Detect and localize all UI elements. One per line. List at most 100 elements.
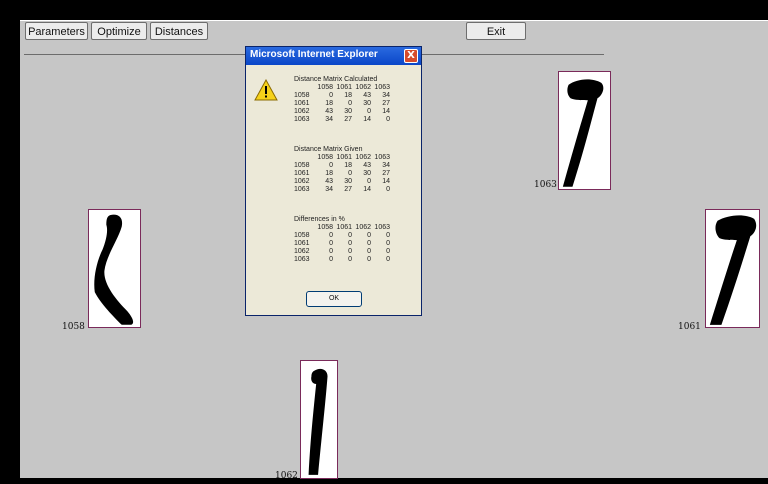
glyph-image-1061	[308, 368, 328, 475]
table-row: 1063 0 0 0 0	[294, 256, 390, 264]
table-cell: 0	[386, 116, 390, 123]
table-cell: 0	[386, 240, 390, 247]
canvas-top-edge	[20, 20, 768, 21]
table-cell: 0	[386, 232, 390, 239]
close-button[interactable]: X	[404, 49, 418, 63]
table-cell: 0	[329, 232, 333, 239]
table-cell: 43	[363, 162, 371, 169]
glyph-card-1063[interactable]	[558, 71, 611, 190]
table-cell: 0	[367, 248, 371, 255]
glyph-label-1063: 1063	[534, 180, 557, 190]
table-cell: 30	[344, 178, 352, 185]
table-cell: 0	[329, 256, 333, 263]
table-cell: 14	[382, 108, 390, 115]
table-cell: 0	[386, 248, 390, 255]
header-cell: 1058	[317, 84, 333, 91]
table-cell: 43	[363, 92, 371, 99]
distance-matrix-table: 1058 1061 1062 1063 1058 0 18 43 34 1061	[294, 84, 390, 124]
alert-dialog: Microsoft Internet Explorer X Distance M…	[245, 46, 422, 316]
ok-button[interactable]: OK	[306, 291, 362, 307]
table-cell: 43	[325, 108, 333, 115]
table-cell: 34	[382, 92, 390, 99]
table-row: 1061 18 0 30 27	[294, 100, 390, 108]
table-row: 1062 43 30 0 14	[294, 108, 390, 116]
row-label: 1063	[294, 186, 310, 193]
table-cell: 27	[382, 170, 390, 177]
table-header-row: 1058 1061 1062 1063	[294, 154, 390, 162]
table-cell: 18	[344, 162, 352, 169]
distance-matrix-table: 1058 1061 1062 1063 1058 0 18 43 34 1061	[294, 154, 390, 194]
table-cell: 0	[329, 248, 333, 255]
table-cell: 18	[344, 92, 352, 99]
glyph-label-1058: 1058	[62, 322, 85, 332]
table-row: 1061 0 0 0 0	[294, 240, 390, 248]
table-row: 1062 0 0 0 0	[294, 248, 390, 256]
header-cell: 1063	[374, 154, 390, 161]
row-label: 1063	[294, 256, 310, 263]
header-cell: 1063	[374, 84, 390, 91]
header-cell: 1061	[336, 224, 352, 231]
glyph-label-1062: 1061	[678, 322, 701, 332]
table-row: 1058 0 0 0 0	[294, 232, 390, 240]
header-cell: 1058	[317, 154, 333, 161]
table-cell: 0	[367, 108, 371, 115]
optimize-button[interactable]: Optimize	[91, 22, 147, 40]
table-header-row: 1058 1061 1062 1063	[294, 224, 390, 232]
glyph-card-1062[interactable]	[705, 209, 760, 328]
section-title: Distance Matrix Calculated	[294, 76, 378, 83]
distances-button[interactable]: Distances	[150, 22, 208, 40]
header-cell: 1061	[336, 154, 352, 161]
table-row: 1063 34 27 14 0	[294, 116, 390, 124]
table-header-row: 1058 1061 1062 1063	[294, 84, 390, 92]
table-cell: 0	[367, 256, 371, 263]
table-cell: 0	[329, 240, 333, 247]
table-row: 1063 34 27 14 0	[294, 186, 390, 194]
dialog-title-bar[interactable]: Microsoft Internet Explorer X	[246, 47, 421, 65]
table-cell: 0	[348, 240, 352, 247]
header-cell: 1063	[374, 224, 390, 231]
glyph-image-1062	[709, 215, 757, 325]
header-cell	[294, 84, 314, 92]
table-cell: 14	[382, 178, 390, 185]
table-cell: 0	[367, 232, 371, 239]
header-cell: 1062	[355, 154, 371, 161]
table-cell: 34	[325, 116, 333, 123]
differences-section: Differences in % 1058 1061 1062 1063 105…	[294, 215, 390, 264]
table-cell: 27	[344, 116, 352, 123]
table-cell: 30	[344, 108, 352, 115]
table-cell: 43	[325, 178, 333, 185]
table-cell: 27	[344, 186, 352, 193]
row-label: 1062	[294, 248, 310, 255]
glyph-card-1058[interactable]	[88, 209, 141, 328]
table-cell: 0	[386, 186, 390, 193]
table-cell: 34	[325, 186, 333, 193]
table-cell: 0	[348, 248, 352, 255]
table-cell: 0	[367, 178, 371, 185]
calculated-matrix-section: Distance Matrix Calculated 1058 1061 106…	[294, 75, 390, 124]
row-label: 1062	[294, 108, 310, 115]
table-cell: 30	[363, 170, 371, 177]
glyph-card-1061[interactable]	[300, 360, 338, 479]
section-title: Differences in %	[294, 216, 345, 223]
header-cell: 1062	[355, 84, 371, 91]
differences-table: 1058 1061 1062 1063 1058 0 0 0 0 1061 0 …	[294, 224, 390, 264]
row-label: 1062	[294, 178, 310, 185]
parameters-button[interactable]: Parameters	[25, 22, 88, 40]
row-label: 1058	[294, 232, 310, 239]
header-cell	[294, 224, 314, 232]
section-title: Distance Matrix Given	[294, 146, 363, 153]
table-cell: 0	[348, 232, 352, 239]
table-cell: 0	[329, 92, 333, 99]
exit-button[interactable]: Exit	[466, 22, 526, 40]
glyph-canvas: Parameters Optimize Distances Exit 1058 …	[20, 20, 768, 481]
table-cell: 18	[325, 170, 333, 177]
table-row: 1058 0 18 43 34	[294, 92, 390, 100]
table-cell: 0	[367, 240, 371, 247]
glyph-label-1061: 1062	[275, 471, 298, 481]
table-cell: 0	[386, 256, 390, 263]
given-matrix-section: Distance Matrix Given 1058 1061 1062 106…	[294, 145, 390, 194]
warning-icon	[254, 79, 278, 101]
row-label: 1063	[294, 116, 310, 123]
table-row: 1061 18 0 30 27	[294, 170, 390, 178]
glyph-image-1063	[562, 79, 604, 187]
